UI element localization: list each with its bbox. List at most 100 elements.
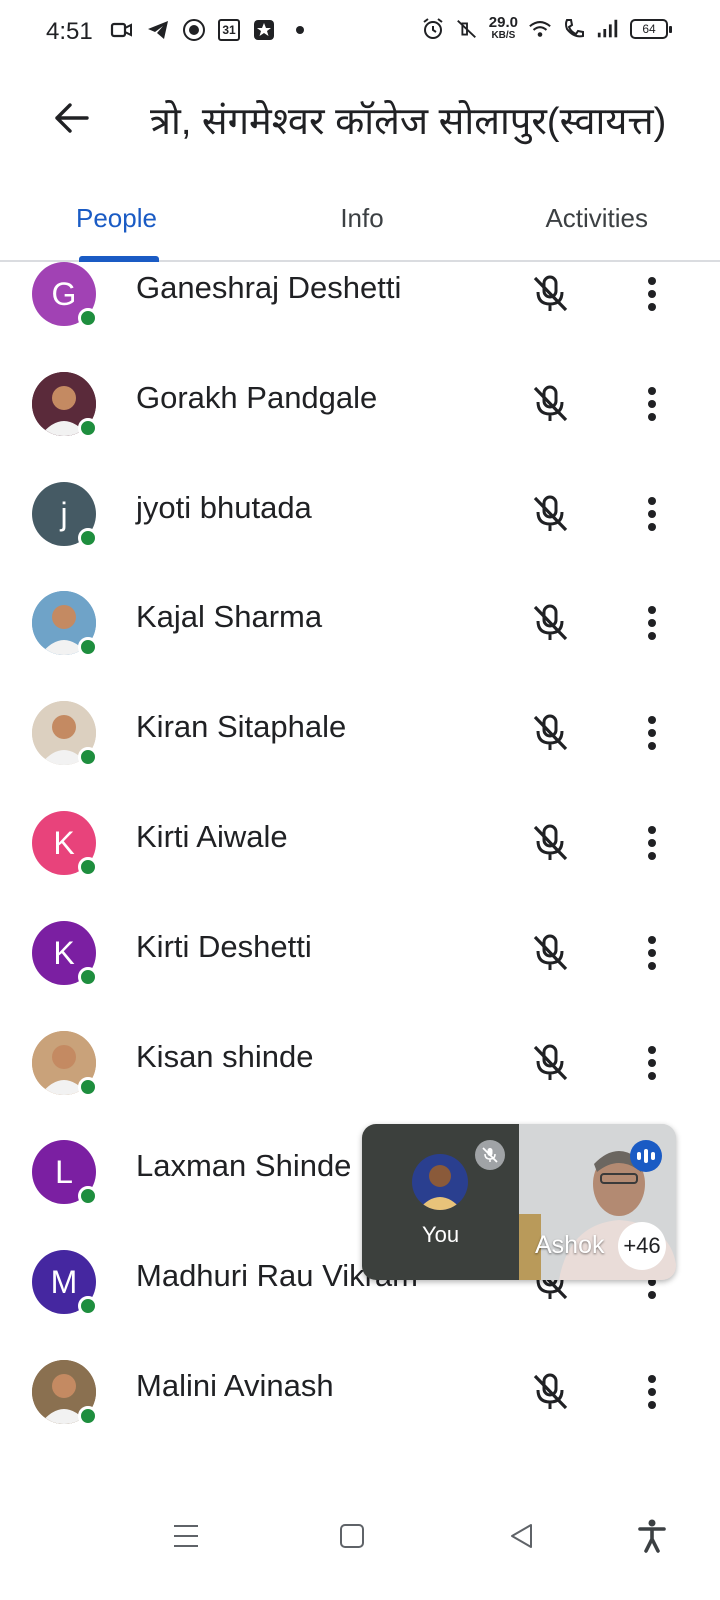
status-system-icons: 29.0 KB/S 64 [421, 15, 672, 42]
participant-more-button[interactable] [628, 599, 676, 647]
self-muted-indicator [475, 1140, 505, 1170]
participant-row[interactable]: Kiran Sitaphale [0, 701, 720, 811]
signal-strength-icon [596, 17, 620, 41]
online-status-dot [78, 1077, 98, 1097]
mic-off-icon [533, 934, 568, 971]
participant-mute-button[interactable] [526, 1039, 574, 1087]
silent-mode-icon [455, 17, 479, 41]
self-avatar [412, 1154, 468, 1210]
tab-bar: People Info Activities [0, 176, 720, 262]
participant-mute-button[interactable] [526, 599, 574, 647]
participant-avatar [32, 372, 98, 438]
participant-row[interactable]: Gorakh Pandgale [0, 372, 720, 482]
self-label: You [421, 1222, 460, 1247]
online-status-dot [78, 418, 98, 438]
calendar-icon: 31 [218, 19, 240, 41]
tab-info[interactable]: Info [267, 176, 458, 260]
online-status-dot [78, 308, 98, 328]
participant-row[interactable]: G Ganeshraj Deshetti [0, 262, 720, 372]
participant-mute-button[interactable] [526, 380, 574, 428]
participant-mute-button[interactable] [526, 270, 574, 318]
self-tile[interactable]: You [362, 1124, 519, 1280]
participant-more-button[interactable] [628, 270, 676, 318]
home-square-icon [340, 1524, 364, 1548]
accessibility-icon [638, 1519, 666, 1553]
mic-off-icon [533, 1373, 568, 1410]
system-navigation-bar [0, 1482, 720, 1600]
mic-off-icon [533, 275, 568, 312]
mic-off-icon [533, 714, 568, 751]
participant-avatar: j [32, 482, 98, 548]
online-status-dot [78, 528, 98, 548]
accessibility-button[interactable] [622, 1506, 682, 1566]
status-time: 4:51 [46, 18, 93, 45]
participant-more-button[interactable] [628, 490, 676, 538]
tab-people-label: People [76, 202, 157, 233]
home-button[interactable] [322, 1506, 382, 1566]
more-vert-icon [648, 277, 656, 311]
participant-mute-button[interactable] [526, 929, 574, 977]
more-vert-icon [648, 1375, 656, 1409]
participant-list[interactable]: G Ganeshraj Deshetti Gorakh Pandgale j jyoti… [0, 262, 720, 1482]
speaker-name: Ashok [535, 1231, 605, 1259]
app-bar: त्रो, संगमेश्वर कॉलेज सोलापुर(स्वायत्त) [0, 64, 720, 174]
recent-apps-button[interactable] [156, 1506, 216, 1566]
more-vert-icon [648, 1046, 656, 1080]
participant-more-button[interactable] [628, 1039, 676, 1087]
status-notification-icons: 31 [110, 18, 312, 42]
participant-row[interactable]: Malini Avinash [0, 1360, 720, 1470]
online-status-dot [78, 1406, 98, 1426]
participant-mute-button[interactable] [526, 490, 574, 538]
call-preview[interactable]: You Ashok +46 [362, 1124, 676, 1280]
more-vert-icon [648, 716, 656, 750]
participant-row[interactable]: Kajal Sharma [0, 591, 720, 701]
mic-off-icon [533, 495, 568, 532]
participant-mute-button[interactable] [526, 1368, 574, 1416]
battery-indicator: 64 [630, 19, 672, 39]
tab-activities[interactable]: Activities [457, 176, 720, 260]
participant-name: Ganeshraj Deshetti [136, 270, 402, 305]
participant-avatar [32, 1031, 98, 1097]
participant-avatar [32, 1360, 98, 1426]
participant-more-button[interactable] [628, 1368, 676, 1416]
star-app-icon [252, 18, 276, 42]
alarm-icon [421, 17, 445, 41]
online-status-dot [78, 1186, 98, 1206]
mic-off-icon [533, 1044, 568, 1081]
app-notification-icon [182, 18, 206, 42]
wifi-calling-icon [562, 17, 586, 41]
mic-off-icon [533, 385, 568, 422]
participant-mute-button[interactable] [526, 709, 574, 757]
back-nav-button[interactable] [492, 1506, 552, 1566]
participant-row[interactable]: K Kirti Deshetti [0, 921, 720, 1031]
back-button[interactable] [44, 90, 100, 146]
participant-name: Malini Avinash [136, 1368, 334, 1403]
more-vert-icon [648, 387, 656, 421]
online-status-dot [78, 857, 98, 877]
participant-row[interactable]: K Kirti Aiwale [0, 811, 720, 921]
tab-info-label: Info [340, 202, 384, 233]
speaking-indicator [630, 1140, 662, 1172]
online-status-dot [78, 1296, 98, 1316]
participant-more-button[interactable] [628, 819, 676, 867]
participant-more-button[interactable] [628, 709, 676, 757]
participant-row[interactable]: j jyoti bhutada [0, 482, 720, 592]
more-vert-icon [648, 497, 656, 531]
triangle-back-icon [511, 1524, 532, 1548]
participant-name: jyoti bhutada [136, 490, 312, 525]
more-vert-icon [648, 826, 656, 860]
participant-name: Laxman Shinde [136, 1148, 352, 1183]
mic-off-icon [482, 1147, 498, 1163]
speaker-tile[interactable]: Ashok +46 [519, 1124, 676, 1280]
tab-people[interactable]: People [0, 176, 267, 262]
participant-avatar [32, 701, 98, 767]
video-call-icon [110, 18, 134, 42]
participant-more-button[interactable] [628, 380, 676, 428]
participant-avatar: L [32, 1140, 98, 1206]
mic-off-icon [533, 604, 568, 641]
telegram-icon [146, 18, 170, 42]
menu-icon [174, 1525, 198, 1547]
participant-more-button[interactable] [628, 929, 676, 977]
online-status-dot [78, 637, 98, 657]
participant-mute-button[interactable] [526, 819, 574, 867]
